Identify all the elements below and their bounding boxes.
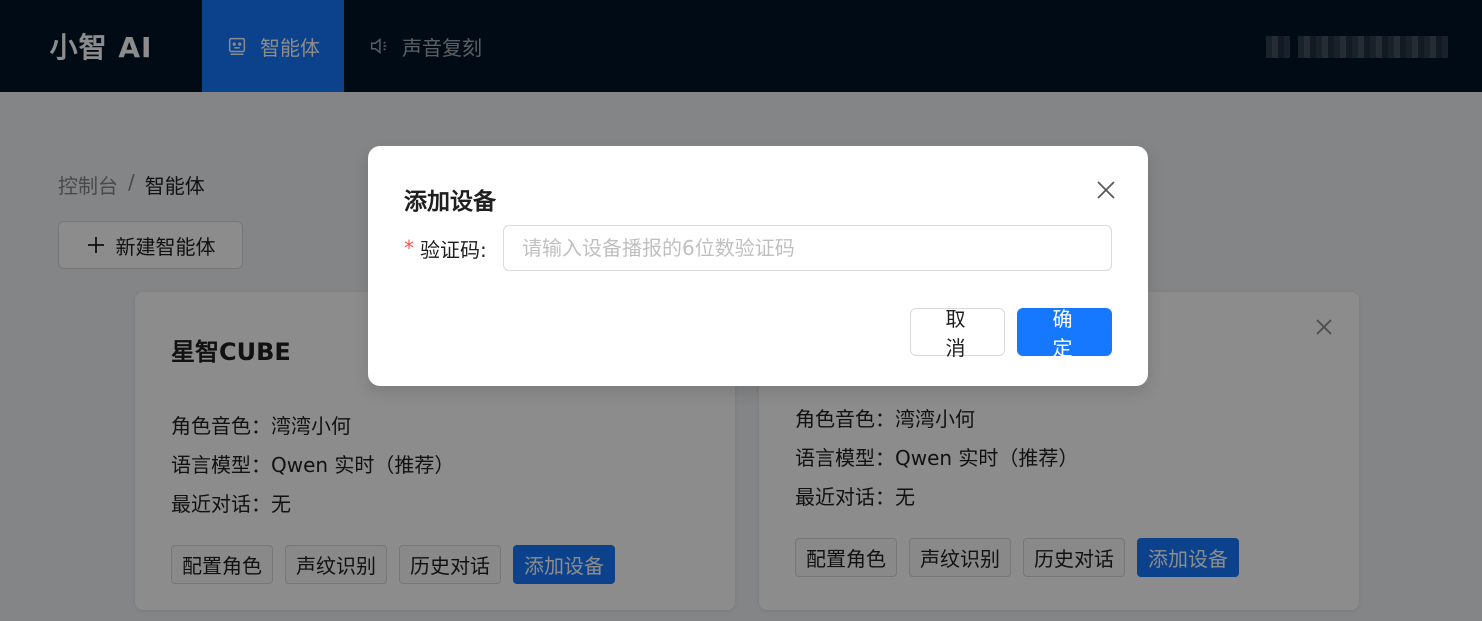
required-mark: * — [404, 236, 414, 260]
verification-code-row: * 验证码: — [404, 225, 1112, 271]
modal-footer: 取 消 确 定 — [910, 307, 1112, 360]
confirm-button[interactable]: 确 定 — [1017, 307, 1112, 360]
modal-title: 添加设备 — [404, 189, 496, 215]
field-label-text: 验证码: — [420, 237, 487, 262]
close-icon[interactable] — [1094, 178, 1118, 202]
verification-code-input[interactable] — [503, 225, 1112, 271]
verification-code-label: * 验证码: — [404, 234, 503, 263]
add-device-modal: 添加设备 * 验证码: 取 消 确 定 — [368, 146, 1148, 386]
cancel-button[interactable]: 取 消 — [910, 307, 1005, 360]
